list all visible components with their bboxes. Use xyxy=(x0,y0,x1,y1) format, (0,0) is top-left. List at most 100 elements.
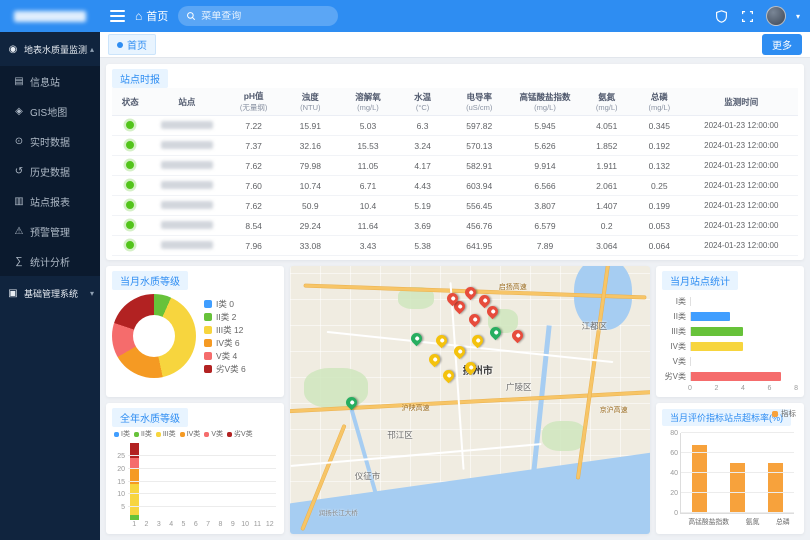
map-road xyxy=(290,443,541,467)
cell-time: 2024-01-23 12:00:00 xyxy=(685,136,798,156)
cell-value: 5.03 xyxy=(339,116,398,136)
y-tick-label: 15 xyxy=(117,479,125,486)
map-park xyxy=(542,421,586,451)
year-x-labels: 123456789101112 xyxy=(128,521,276,528)
legend-item[interactable]: III类 12 xyxy=(204,324,246,336)
legend-swatch xyxy=(134,432,139,437)
search-input[interactable] xyxy=(201,11,321,22)
cell-value: 7.62 xyxy=(225,156,282,176)
gridline xyxy=(681,472,794,473)
menu-search xyxy=(178,6,338,26)
cell-value: 3.064 xyxy=(579,236,634,256)
bar xyxy=(691,372,781,381)
category-label: II类 xyxy=(664,311,690,322)
vbar-legend[interactable]: 指标 xyxy=(772,408,796,419)
x-tick-label: 7 xyxy=(202,521,214,528)
legend-item[interactable]: I类 0 xyxy=(204,298,246,310)
map-pin-red[interactable] xyxy=(466,312,482,328)
legend-item[interactable]: V类 xyxy=(204,429,223,439)
month-grade-panel: 当月水质等级 I类 0II类 2III类 12IV类 6V类 4劣V类 6 xyxy=(106,266,284,397)
table-row: 7.6279.9811.054.17582.919.9141.9110.1322… xyxy=(112,156,798,176)
cell-time: 2024-01-23 12:00:00 xyxy=(685,156,798,176)
legend-item[interactable]: IV类 6 xyxy=(204,337,246,349)
breadcrumb-home[interactable]: ⌂ 首页 xyxy=(135,8,168,24)
legend-item[interactable]: II类 2 xyxy=(204,311,246,323)
avatar[interactable] xyxy=(766,6,786,26)
map-label: 江都区 xyxy=(582,320,608,332)
cell-value: 1.852 xyxy=(579,136,634,156)
cell-value: 597.82 xyxy=(448,116,511,136)
station-name-redacted xyxy=(161,221,213,229)
cell-time: 2024-01-23 12:00:00 xyxy=(685,116,798,136)
cell-value: 5.38 xyxy=(397,236,448,256)
map-panel[interactable]: 扬州市江都区广陵区邗江区仪征市沪陕高速京沪高速启扬高速润扬长江大桥 xyxy=(290,266,650,534)
legend-item[interactable]: 劣V类 6 xyxy=(204,363,246,375)
menu-base-manage[interactable]: ▣基础管理系统▾ xyxy=(0,276,100,310)
legend-item[interactable]: IV类 xyxy=(180,429,201,439)
map-pin-red[interactable] xyxy=(463,285,479,301)
sidebar-item-info-station[interactable]: ▤信息站 xyxy=(0,66,100,96)
hamburger-icon[interactable] xyxy=(110,10,125,22)
legend-swatch xyxy=(204,300,212,308)
cell-value: 5.945 xyxy=(511,116,580,136)
menu-surface-water[interactable]: ◉地表水质量监测系统▴ xyxy=(0,32,100,66)
map-pin-yellow[interactable] xyxy=(434,333,450,349)
map-label: 仪征市 xyxy=(355,470,381,482)
legend-swatch xyxy=(227,432,232,437)
x-tick-label: 5 xyxy=(177,521,189,528)
sidebar-item-alarm-manage[interactable]: ⚠预警管理 xyxy=(0,216,100,246)
sidebar-item-history-data[interactable]: ↺历史数据 xyxy=(0,156,100,186)
gridline xyxy=(128,493,276,494)
sidebar-item-stat-analysis[interactable]: ∑统计分析 xyxy=(0,246,100,276)
col-header: 站点 xyxy=(148,88,225,116)
cell-value: 7.60 xyxy=(225,176,282,196)
shield-icon[interactable] xyxy=(714,8,730,24)
report-icon: ▥ xyxy=(12,196,26,207)
bar-segment xyxy=(130,443,139,458)
y-tick-label: 10 xyxy=(117,491,125,498)
map-road xyxy=(327,331,614,363)
legend-swatch xyxy=(204,326,212,334)
cell-time: 2024-01-23 12:00:00 xyxy=(685,236,798,256)
cell-value: 582.91 xyxy=(448,156,511,176)
legend-item[interactable]: III类 xyxy=(156,429,176,439)
col-header: 氨氮(mg/L) xyxy=(579,88,634,116)
y-tick-label: 40 xyxy=(670,470,678,477)
hbar-row: I类 xyxy=(664,294,794,309)
legend-item[interactable]: 劣V类 xyxy=(227,429,253,439)
cell-value: 6.579 xyxy=(511,216,580,236)
sidebar-item-gis-map[interactable]: ◈GIS地图 xyxy=(0,96,100,126)
cell-value: 570.13 xyxy=(448,136,511,156)
hbar-row: II类 xyxy=(664,309,794,324)
sidebar-item-realtime-data[interactable]: ⊙实时数据 xyxy=(0,126,100,156)
cell-value: 9.914 xyxy=(511,156,580,176)
more-button[interactable]: 更多 xyxy=(762,34,802,55)
map-pin-green[interactable] xyxy=(409,330,425,346)
chevron-down-icon[interactable]: ▾ xyxy=(796,12,800,21)
chevron-up-icon: ▴ xyxy=(90,45,94,54)
map-pin-yellow[interactable] xyxy=(441,368,457,384)
realtime-icon: ⊙ xyxy=(12,136,26,147)
cell-value: 1.911 xyxy=(579,156,634,176)
fullscreen-icon[interactable] xyxy=(740,8,756,24)
map-pin-yellow[interactable] xyxy=(427,352,443,368)
sidebar-item-station-report[interactable]: ▥站点报表 xyxy=(0,186,100,216)
x-tick-label: 10 xyxy=(239,521,251,528)
hbar-row: III类 xyxy=(664,324,794,339)
panel-title-month-grade: 当月水质等级 xyxy=(112,271,188,290)
bar xyxy=(691,327,743,336)
dashboard-grid: 当月水质等级 I类 0II类 2III类 12IV类 6V类 4劣V类 6 全年… xyxy=(106,266,804,534)
bar-segment xyxy=(130,484,139,515)
legend-swatch xyxy=(156,432,161,437)
cell-value: 2.061 xyxy=(579,176,634,196)
legend-item[interactable]: II类 xyxy=(134,429,152,439)
vbar-chart: 020406080 xyxy=(680,433,794,514)
base-icon: ▣ xyxy=(6,288,20,299)
legend-item[interactable]: V类 4 xyxy=(204,350,246,362)
legend-swatch xyxy=(204,339,212,347)
cell-value: 50.9 xyxy=(282,196,339,216)
vbar-bars xyxy=(681,433,794,513)
cell-value: 0.25 xyxy=(634,176,685,196)
legend-item[interactable]: I类 xyxy=(114,429,130,439)
tab-home[interactable]: 首页 xyxy=(108,34,156,55)
